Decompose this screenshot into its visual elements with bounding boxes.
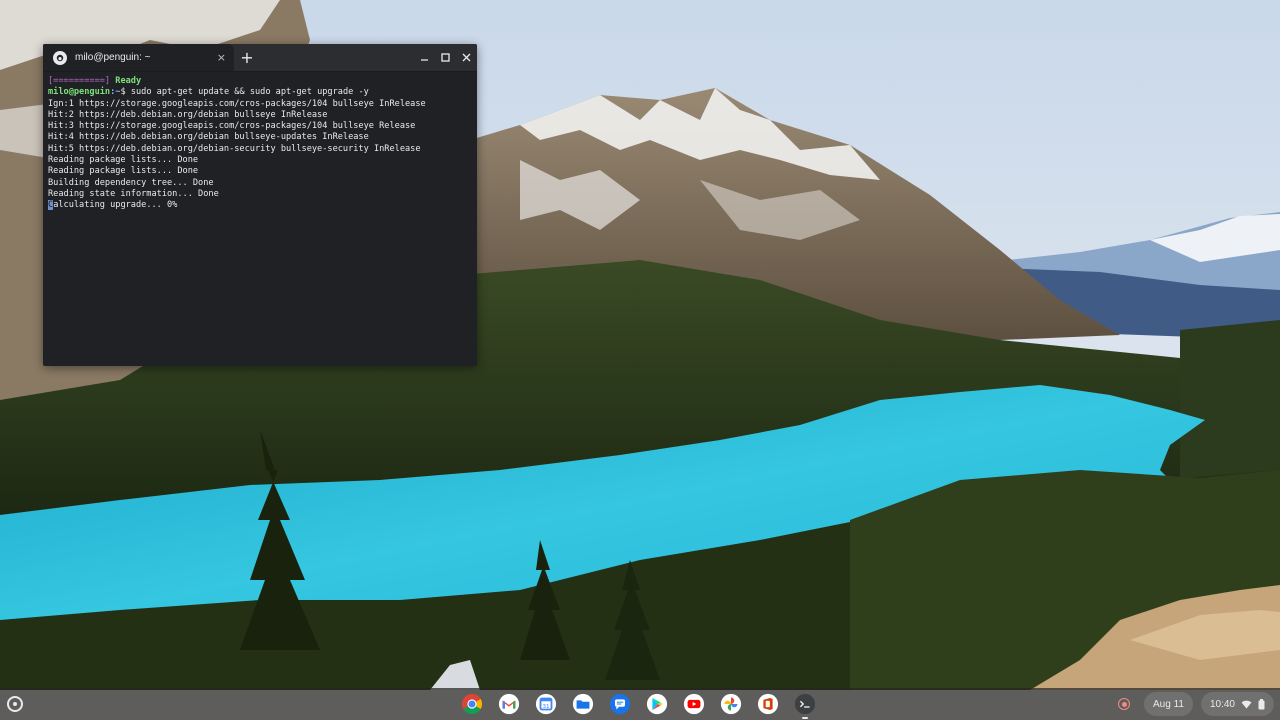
output-line: Building dependency tree... Done [48, 177, 214, 188]
date-tray[interactable]: Aug 11 [1144, 692, 1193, 716]
output-line: Hit:2 https://deb.debian.org/debian bull… [48, 109, 328, 120]
date-label: Aug 11 [1153, 698, 1184, 710]
status-area: Aug 11 10:40 [1112, 692, 1274, 716]
output-line: Reading state information... Done [48, 188, 219, 199]
output-line: Reading package lists... Done [48, 155, 199, 166]
launcher-button[interactable] [7, 696, 23, 712]
minimize-button[interactable] [414, 44, 435, 72]
terminal-output[interactable]: [==========] Ready milo@penguin:~$ sudo a… [43, 72, 477, 212]
battery-icon [1258, 698, 1265, 709]
output-line: Hit:5 https://deb.debian.org/debian-secu… [48, 143, 421, 154]
terminal-tab[interactable]: milo@penguin: ~ × [43, 44, 234, 71]
youtube-icon[interactable] [682, 692, 706, 716]
ready-status: Ready [115, 76, 142, 86]
status-line: [==========] Ready [48, 76, 477, 87]
files-icon[interactable] [571, 692, 595, 716]
tab-close-button[interactable]: × [217, 52, 226, 63]
progress-line: Calculating upgrade... 0% [48, 200, 477, 211]
gmail-icon[interactable] [497, 692, 521, 716]
progress-text: alculating upgrade... 0% [53, 200, 178, 211]
calendar-icon[interactable]: 31 [534, 692, 558, 716]
terminal-window[interactable]: milo@penguin: ~ × + [==========] Ready mi… [43, 44, 477, 366]
tab-title: milo@penguin: ~ [75, 52, 151, 63]
terminal-titlebar[interactable]: milo@penguin: ~ × + [43, 44, 477, 72]
chrome-icon[interactable] [460, 692, 484, 716]
output-line: Hit:3 https://storage.googleapis.com/cro… [48, 121, 416, 132]
office-icon[interactable] [756, 692, 780, 716]
progress-bracket: [==========] [48, 76, 111, 86]
shelf-app-list: 31 [460, 692, 817, 719]
output-line: Hit:4 https://deb.debian.org/debian bull… [48, 132, 369, 143]
output-line: Ign:1 https://storage.googleapis.com/cro… [48, 98, 426, 109]
new-tab-button[interactable]: + [234, 44, 260, 71]
photos-icon[interactable] [719, 692, 743, 716]
output-line: Reading package lists... Done [48, 166, 199, 177]
messages-icon[interactable] [608, 692, 632, 716]
system-tray[interactable]: 10:40 [1200, 692, 1274, 716]
linux-penguin-icon [53, 50, 67, 65]
window-controls [414, 44, 477, 71]
prompt-line: milo@penguin:~$ sudo apt-get update && s… [48, 87, 477, 98]
wifi-icon [1241, 700, 1252, 709]
screen-record-button[interactable] [1112, 692, 1136, 716]
maximize-button[interactable] [435, 44, 456, 72]
prompt-path: :~ [110, 87, 121, 98]
command-text: sudo apt-get update && sudo apt-get upgr… [125, 87, 369, 98]
terminal-icon[interactable] [793, 692, 817, 719]
svg-text:31: 31 [543, 704, 550, 710]
prompt-user: milo@penguin [48, 87, 111, 98]
clock-label: 10:40 [1209, 698, 1235, 710]
shelf: 31 Aug 11 10:40 [0, 688, 1280, 720]
record-icon [1118, 698, 1131, 710]
play-store-icon[interactable] [645, 692, 669, 716]
close-window-button[interactable] [456, 44, 477, 72]
